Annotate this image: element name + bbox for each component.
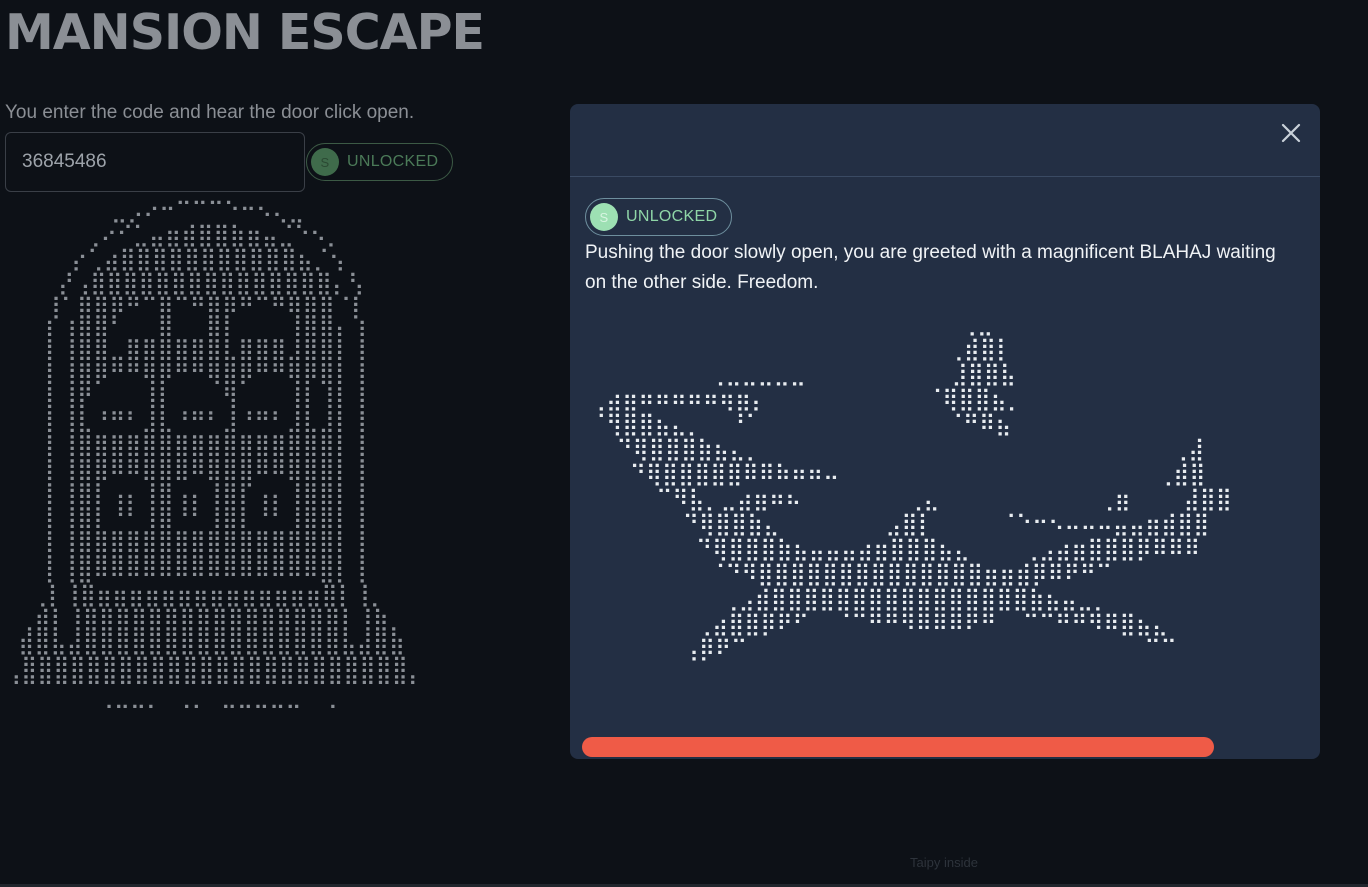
footer-note: Taipy inside — [910, 855, 978, 870]
modal-header — [570, 104, 1320, 177]
code-input[interactable] — [5, 132, 305, 192]
door-braille-art: ⣀⡠⠔⠒⠉⠉⠉⠑⠒⠢⢄⣀ ⢀⠔⠊⣁⣤⣶⣾⣿⣿⣷⣶⣤⣈⠑⠢⡀ ⡔⢁⣴⣿⣿⣿⣿⣿⣿⣿… — [5, 200, 424, 728]
progress-fill — [582, 737, 1214, 757]
progress-bar — [582, 737, 1308, 759]
blahaj-braille-art: ⢀⣀ ⢀⣾⣿⡇ ⢀⣀⣀⣀⣀⣀ ⣸⣿⣿⣧ ⢀⣴⣶⠶⠶⠶⠶⠶⢶⣶⡄ ⠈⢿⣿⣿⣦⡀ ⠈… — [590, 312, 1232, 662]
status-icon: S — [311, 148, 339, 176]
page: MANSION ESCAPE You enter the code and he… — [0, 0, 1368, 887]
page-title: MANSION ESCAPE — [5, 4, 485, 61]
result-modal: S UNLOCKED Pushing the door slowly open,… — [570, 104, 1320, 759]
close-icon[interactable] — [1276, 118, 1306, 148]
modal-status-badge: S UNLOCKED — [585, 198, 733, 236]
status-label: UNLOCKED — [347, 153, 439, 170]
modal-status-icon: S — [590, 203, 618, 231]
game-prompt: You enter the code and hear the door cli… — [5, 102, 415, 123]
modal-status-label: UNLOCKED — [626, 208, 718, 225]
status-badge: S UNLOCKED — [306, 143, 454, 181]
modal-message: Pushing the door slowly open, you are gr… — [585, 242, 1276, 293]
